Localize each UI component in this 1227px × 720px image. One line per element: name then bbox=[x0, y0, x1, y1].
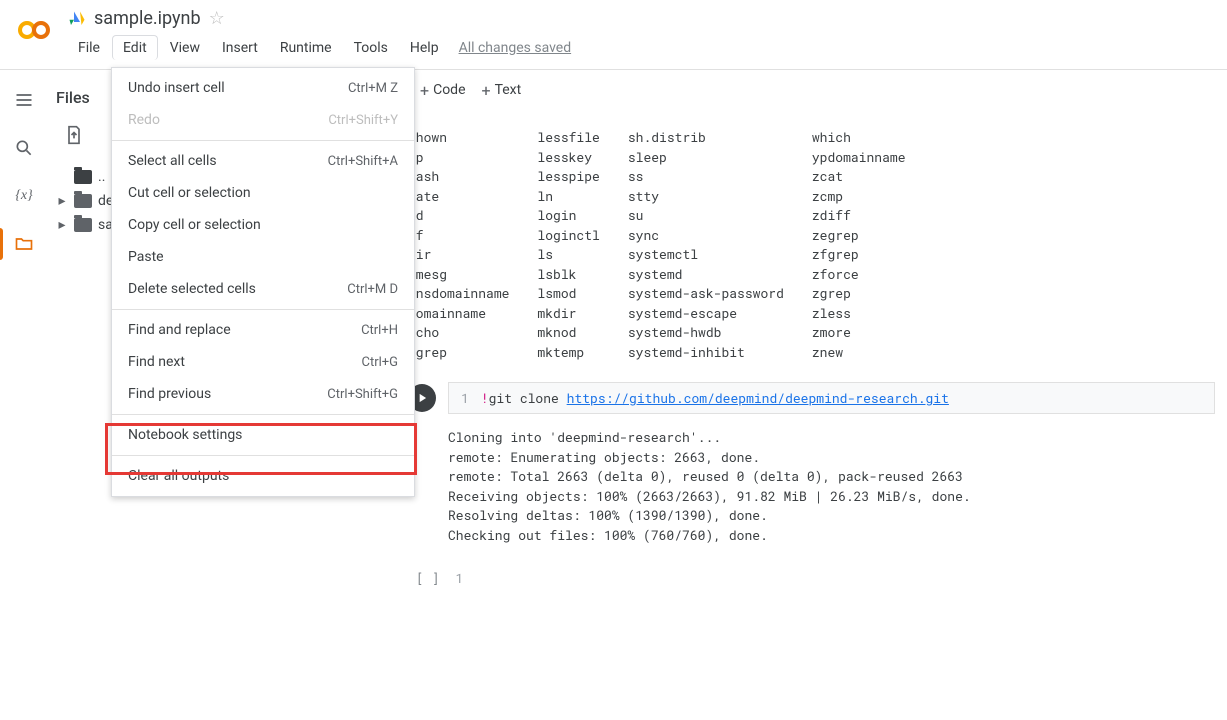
ls-col-4: which ypdomainname zcat zcmp zdiff zegre… bbox=[812, 128, 906, 362]
menu-notebook-settings[interactable]: Notebook settings bbox=[112, 419, 414, 451]
upload-icon[interactable] bbox=[64, 125, 84, 149]
code-url[interactable]: https://github.com/deepmind/deepmind-res… bbox=[567, 389, 949, 407]
clone-output: Cloning into 'deepmind-research'... remo… bbox=[448, 428, 1215, 545]
menu-item-label: Cut cell or selection bbox=[128, 185, 251, 201]
menu-item-shortcut: Ctrl+Shift+G bbox=[327, 387, 398, 402]
menu-item-label: Select all cells bbox=[128, 153, 217, 169]
menu-copy[interactable]: Copy cell or selection bbox=[112, 209, 414, 241]
menu-insert[interactable]: Insert bbox=[212, 36, 268, 60]
header-main: sample.ipynb ☆ File Edit View Insert Run… bbox=[68, 8, 1211, 60]
menu-paste[interactable]: Paste bbox=[112, 241, 414, 273]
tree-item-label: .. bbox=[98, 169, 105, 185]
title-row: sample.ipynb ☆ bbox=[68, 8, 1211, 29]
menu-item-label: Undo insert cell bbox=[128, 80, 225, 96]
save-status[interactable]: All changes saved bbox=[459, 40, 572, 56]
menu-find-next[interactable]: Find next Ctrl+G bbox=[112, 346, 414, 378]
code-line-number: 1 bbox=[455, 569, 463, 587]
drive-icon bbox=[68, 10, 86, 28]
empty-cell[interactable]: [ ] 1 bbox=[416, 569, 1215, 587]
menu-item-label: Paste bbox=[128, 249, 164, 265]
menu-find-previous[interactable]: Find previous Ctrl+Shift+G bbox=[112, 378, 414, 410]
add-code-label: Code bbox=[433, 82, 465, 98]
menu-separator bbox=[112, 140, 414, 141]
menu-item-label: Copy cell or selection bbox=[128, 217, 261, 233]
menu-delete-cells[interactable]: Delete selected cells Ctrl+M D bbox=[112, 273, 414, 305]
menu-view[interactable]: View bbox=[160, 36, 210, 60]
caret-icon: ▸ bbox=[56, 217, 68, 233]
menu-item-label: Clear all outputs bbox=[128, 468, 229, 484]
menu-item-shortcut: Ctrl+G bbox=[361, 355, 398, 370]
table-of-contents-icon[interactable] bbox=[12, 88, 36, 112]
menu-separator bbox=[112, 309, 414, 310]
code-input[interactable]: 1 !git clone https://github.com/deepmind… bbox=[448, 382, 1215, 414]
cell-execution-count: [ ] bbox=[416, 569, 439, 587]
menu-item-shortcut: Ctrl+M Z bbox=[348, 81, 398, 96]
menu-separator bbox=[112, 455, 414, 456]
code-cell: 1 !git clone https://github.com/deepmind… bbox=[408, 382, 1215, 414]
menu-redo: Redo Ctrl+Shift+Y bbox=[112, 104, 414, 136]
add-code-button[interactable]: + Code bbox=[420, 81, 466, 100]
menu-item-shortcut: Ctrl+Shift+A bbox=[328, 154, 398, 169]
menu-item-label: Notebook settings bbox=[128, 427, 242, 443]
code-text: !git clone https://github.com/deepmind/d… bbox=[481, 389, 949, 407]
menu-runtime[interactable]: Runtime bbox=[270, 36, 342, 60]
header: sample.ipynb ☆ File Edit View Insert Run… bbox=[0, 0, 1227, 70]
folder-icon bbox=[74, 194, 92, 208]
add-text-label: Text bbox=[495, 82, 522, 98]
sidebar-rail: {x} bbox=[0, 70, 48, 720]
ls-cell: [13] bbox=[408, 110, 1215, 128]
menu-item-label: Delete selected cells bbox=[128, 281, 256, 297]
star-icon[interactable]: ☆ bbox=[209, 8, 225, 29]
folder-icon bbox=[74, 170, 92, 184]
edit-menu-dropdown: Undo insert cell Ctrl+M Z Redo Ctrl+Shif… bbox=[111, 67, 415, 497]
menu-find-replace[interactable]: Find and replace Ctrl+H bbox=[112, 314, 414, 346]
menu-item-label: Redo bbox=[128, 112, 160, 128]
variables-icon[interactable]: {x} bbox=[12, 184, 36, 208]
menu-file[interactable]: File bbox=[68, 36, 110, 60]
files-icon[interactable] bbox=[12, 232, 36, 256]
menu-cut[interactable]: Cut cell or selection bbox=[112, 177, 414, 209]
menu-edit[interactable]: Edit bbox=[112, 35, 158, 60]
add-text-button[interactable]: + Text bbox=[482, 81, 522, 100]
folder-icon bbox=[74, 218, 92, 232]
menu-item-label: Find next bbox=[128, 354, 185, 370]
ls-output: chown cp dash date dd df dir dmesg dnsdo… bbox=[408, 128, 1215, 362]
plus-icon: + bbox=[420, 81, 429, 100]
menu-help[interactable]: Help bbox=[400, 36, 449, 60]
search-icon[interactable] bbox=[12, 136, 36, 160]
menu-undo[interactable]: Undo insert cell Ctrl+M Z bbox=[112, 72, 414, 104]
menu-select-all-cells[interactable]: Select all cells Ctrl+Shift+A bbox=[112, 145, 414, 177]
code-line-number: 1 bbox=[461, 389, 469, 407]
notebook-title[interactable]: sample.ipynb bbox=[94, 8, 201, 29]
menu-item-shortcut: Ctrl+M D bbox=[347, 282, 398, 297]
ls-col-1: chown cp dash date dd df dir dmesg dnsdo… bbox=[408, 128, 509, 362]
menu-item-label: Find and replace bbox=[128, 322, 231, 338]
notebook-content: [13] chown cp dash date dd df dir dmesg … bbox=[408, 110, 1227, 587]
menu-item-shortcut: Ctrl+H bbox=[361, 323, 398, 338]
menu-item-shortcut: Ctrl+Shift+Y bbox=[328, 113, 398, 128]
menu-bar: File Edit View Insert Runtime Tools Help… bbox=[68, 35, 1211, 60]
ls-col-2: lessfile lesskey lesspipe ln login login… bbox=[537, 128, 599, 362]
ls-col-3: sh.distrib sleep ss stty su sync systemc… bbox=[628, 128, 784, 362]
menu-tools[interactable]: Tools bbox=[344, 36, 398, 60]
caret-icon: ▸ bbox=[56, 193, 68, 209]
menu-separator bbox=[112, 414, 414, 415]
menu-item-label: Find previous bbox=[128, 386, 211, 402]
colab-logo-icon bbox=[16, 12, 52, 48]
plus-icon: + bbox=[482, 81, 491, 100]
menu-clear-outputs[interactable]: Clear all outputs bbox=[112, 460, 414, 492]
